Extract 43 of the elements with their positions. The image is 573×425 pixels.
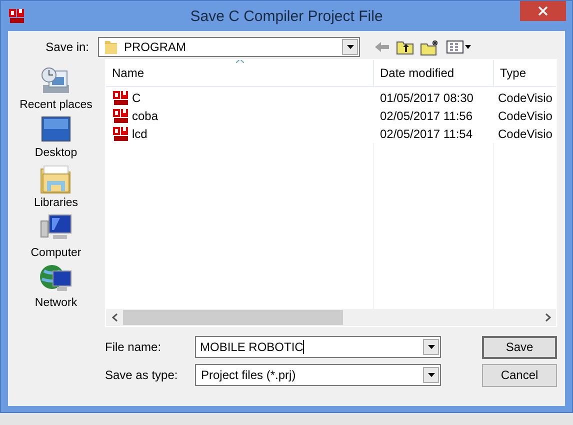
save-as-type-dropdown[interactable]: Project files (*.prj)	[195, 364, 441, 386]
save-in-dropdown[interactable]: PROGRAM	[98, 37, 360, 57]
app-icon	[8, 8, 26, 24]
caret-icon[interactable]	[428, 373, 434, 377]
save-button[interactable]: Save	[482, 336, 557, 358]
type-cell-text: CodeVisio	[497, 108, 554, 125]
file-name-label: File name:	[105, 340, 162, 354]
file-icon	[112, 108, 130, 124]
column-header[interactable]: Name	[106, 60, 374, 86]
type-cell-text: CodeVisio	[497, 90, 554, 107]
cancel-button[interactable]: Cancel	[482, 364, 557, 386]
up-folder-icon[interactable]	[396, 39, 414, 55]
file-name[interactable]: lcd	[132, 127, 148, 141]
file-name[interactable]: C	[132, 91, 141, 105]
close-icon	[538, 6, 548, 16]
file-icon	[112, 90, 130, 106]
horizontal-scrollbar[interactable]	[106, 309, 556, 326]
close-button[interactable]	[520, 1, 566, 21]
scroll-right-icon[interactable]	[544, 313, 550, 322]
caret-icon[interactable]	[428, 345, 434, 349]
date-cell-text: 02/05/2017 11:54	[379, 126, 474, 143]
column-header[interactable]: Type	[494, 60, 556, 86]
column-header[interactable]: Date modified	[374, 60, 494, 86]
file-icon	[112, 126, 130, 142]
file-name[interactable]: coba	[132, 109, 158, 123]
save-in-label: Save in:	[44, 40, 90, 54]
date-cell-text: 02/05/2017 11:56	[379, 108, 474, 125]
caret-icon[interactable]	[346, 45, 354, 49]
type-cell-text: CodeVisio	[497, 126, 554, 143]
place-label[interactable]: Recent places	[20, 99, 92, 111]
window-title: Save C Compiler Project File	[189, 8, 384, 24]
place-label[interactable]: Desktop	[34, 147, 78, 159]
save-as-type-label: Save as type:	[105, 368, 179, 382]
file-name-field[interactable]: MOBILE ROBOTIC	[195, 336, 441, 358]
scroll-left-icon[interactable]	[112, 313, 118, 322]
folder-icon	[104, 39, 118, 55]
date-cell-text: 01/05/2017 08:30	[379, 90, 474, 107]
libraries-icon	[38, 163, 73, 195]
place-label[interactable]: Libraries	[34, 197, 78, 209]
place-label[interactable]: Computer	[30, 247, 82, 259]
view-menu-icon[interactable]	[446, 40, 472, 54]
new-folder-icon[interactable]	[420, 38, 440, 56]
place-label[interactable]: Network	[34, 297, 78, 309]
